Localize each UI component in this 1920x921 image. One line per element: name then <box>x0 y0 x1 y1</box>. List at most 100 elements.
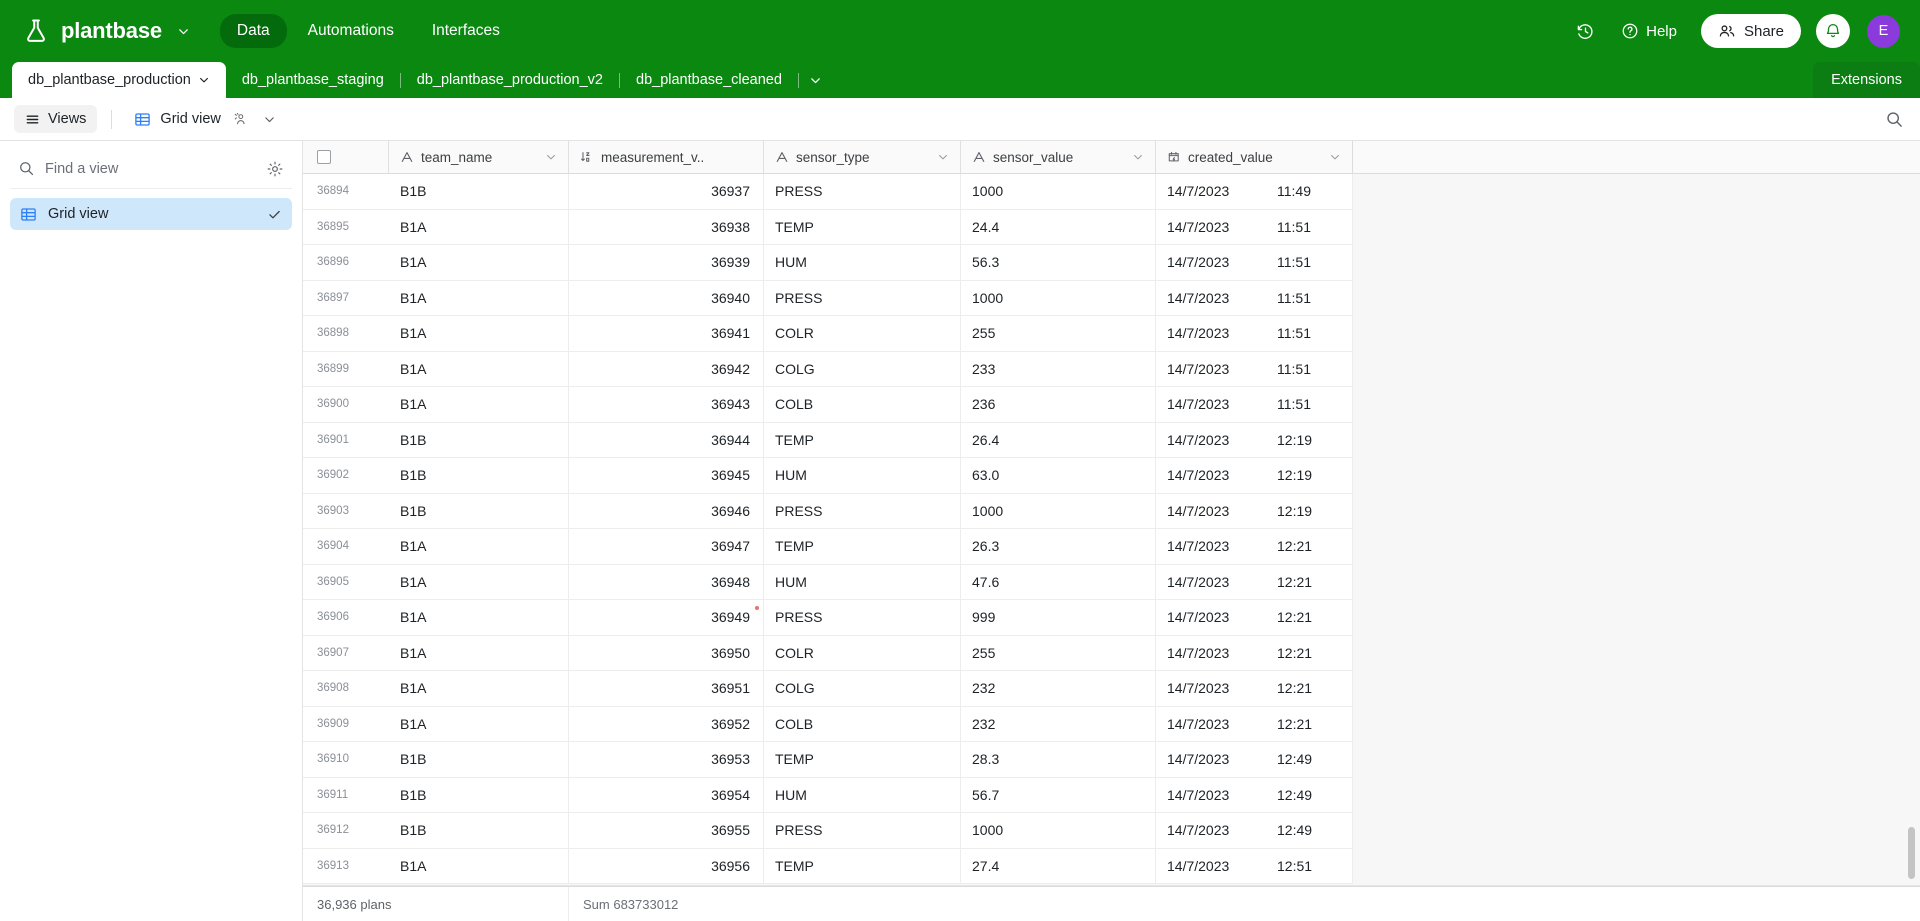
table-row[interactable]: 36906 B1A 36949 PRESS 999 14/7/2023 12:21 <box>303 600 1353 636</box>
table-row[interactable]: 36900 B1A 36943 COLB 236 14/7/2023 11:51 <box>303 387 1353 423</box>
cell-measurement_value[interactable]: 36948 <box>569 564 764 599</box>
cell-measurement_value[interactable]: 36947 <box>569 529 764 564</box>
column-header-measurement_value[interactable]: measurement_v.. <box>569 141 764 173</box>
cell-created_value[interactable]: 14/7/2023 12:21 <box>1156 671 1353 706</box>
help-button[interactable]: Help <box>1609 14 1689 48</box>
cell-sensor_type[interactable]: PRESS <box>764 813 961 848</box>
cell-sensor_type[interactable]: TEMP <box>764 742 961 777</box>
table-tab-db_plantbase_cleaned[interactable]: db_plantbase_cleaned <box>620 62 798 98</box>
cell-team_name[interactable]: B1A <box>389 600 569 635</box>
table-row[interactable]: 36895 B1A 36938 TEMP 24.4 14/7/2023 11:51 <box>303 209 1353 245</box>
cell-team_name[interactable]: B1A <box>389 245 569 280</box>
cell-created_value[interactable]: 14/7/2023 11:51 <box>1156 209 1353 244</box>
nav-tab-interfaces[interactable]: Interfaces <box>415 14 517 48</box>
cell-measurement_value[interactable]: 36956 <box>569 848 764 883</box>
cell-measurement_value[interactable]: 36950 <box>569 635 764 670</box>
notifications-button[interactable] <box>1816 14 1850 48</box>
cell-team_name[interactable]: B1A <box>389 848 569 883</box>
cell-sensor_value[interactable]: 26.4 <box>961 422 1156 457</box>
table-row[interactable]: 36908 B1A 36951 COLG 232 14/7/2023 12:21 <box>303 671 1353 707</box>
table-row[interactable]: 36907 B1A 36950 COLR 255 14/7/2023 12:21 <box>303 635 1353 671</box>
table-tab-db_plantbase_production[interactable]: db_plantbase_production <box>12 62 226 98</box>
chevron-down-icon[interactable] <box>198 74 210 86</box>
cell-sensor_type[interactable]: COLG <box>764 351 961 386</box>
avatar[interactable]: E <box>1867 14 1900 48</box>
cell-measurement_value[interactable]: 36946 <box>569 493 764 528</box>
cell-team_name[interactable]: B1B <box>389 493 569 528</box>
nav-tab-data[interactable]: Data <box>219 14 287 48</box>
column-header-sensor_type[interactable]: sensor_type <box>764 141 961 173</box>
cell-team_name[interactable]: B1B <box>389 813 569 848</box>
table-row[interactable]: 36899 B1A 36942 COLG 233 14/7/2023 11:51 <box>303 351 1353 387</box>
column-header-created_value[interactable]: created_value <box>1156 141 1353 173</box>
cell-team_name[interactable]: B1A <box>389 671 569 706</box>
cell-sensor_value[interactable]: 26.3 <box>961 529 1156 564</box>
cell-team_name[interactable]: B1A <box>389 706 569 741</box>
gear-icon[interactable] <box>266 160 284 178</box>
table-row[interactable]: 36913 B1A 36956 TEMP 27.4 14/7/2023 12:51 <box>303 848 1353 884</box>
cell-team_name[interactable]: B1B <box>389 174 569 209</box>
cell-sensor_type[interactable]: COLR <box>764 316 961 351</box>
cell-sensor_value[interactable]: 233 <box>961 351 1156 386</box>
cell-sensor_type[interactable]: PRESS <box>764 174 961 209</box>
cell-sensor_type[interactable]: COLB <box>764 387 961 422</box>
table-row[interactable]: 36902 B1B 36945 HUM 63.0 14/7/2023 12:19 <box>303 458 1353 494</box>
cell-created_value[interactable]: 14/7/2023 12:21 <box>1156 529 1353 564</box>
cell-team_name[interactable]: B1A <box>389 351 569 386</box>
cell-sensor_type[interactable]: HUM <box>764 564 961 599</box>
cell-created_value[interactable]: 14/7/2023 12:49 <box>1156 742 1353 777</box>
cell-sensor_type[interactable]: HUM <box>764 777 961 812</box>
cell-measurement_value[interactable]: 36954 <box>569 777 764 812</box>
cell-sensor_type[interactable]: COLB <box>764 706 961 741</box>
cell-sensor_value[interactable]: 1000 <box>961 493 1156 528</box>
table-row[interactable]: 36898 B1A 36941 COLR 255 14/7/2023 11:51 <box>303 316 1353 352</box>
column-header-sensor_value[interactable]: sensor_value <box>961 141 1156 173</box>
cell-created_value[interactable]: 14/7/2023 12:51 <box>1156 848 1353 883</box>
cell-sensor_type[interactable]: TEMP <box>764 848 961 883</box>
cell-created_value[interactable]: 14/7/2023 11:51 <box>1156 280 1353 315</box>
table-row[interactable]: 36911 B1B 36954 HUM 56.7 14/7/2023 12:49 <box>303 777 1353 813</box>
cell-sensor_type[interactable]: TEMP <box>764 209 961 244</box>
brand[interactable]: plantbase <box>22 17 190 45</box>
cell-created_value[interactable]: 14/7/2023 12:21 <box>1156 635 1353 670</box>
nav-tab-automations[interactable]: Automations <box>291 14 411 48</box>
cell-sensor_type[interactable]: TEMP <box>764 422 961 457</box>
cell-created_value[interactable]: 14/7/2023 11:51 <box>1156 245 1353 280</box>
cell-sensor_type[interactable]: PRESS <box>764 493 961 528</box>
summary-sum[interactable]: Sum 683733012 <box>569 897 678 912</box>
cell-sensor_value[interactable]: 24.4 <box>961 209 1156 244</box>
cell-measurement_value[interactable]: 36938 <box>569 209 764 244</box>
table-row[interactable]: 36905 B1A 36948 HUM 47.6 14/7/2023 12:21 <box>303 564 1353 600</box>
cell-created_value[interactable]: 14/7/2023 11:51 <box>1156 387 1353 422</box>
cell-measurement_value[interactable]: 36952 <box>569 706 764 741</box>
cell-sensor_value[interactable]: 47.6 <box>961 564 1156 599</box>
cell-sensor_value[interactable]: 1000 <box>961 174 1156 209</box>
cell-team_name[interactable]: B1A <box>389 387 569 422</box>
table-row[interactable]: 36896 B1A 36939 HUM 56.3 14/7/2023 11:51 <box>303 245 1353 281</box>
table-row[interactable]: 36904 B1A 36947 TEMP 26.3 14/7/2023 12:21 <box>303 529 1353 565</box>
cell-sensor_value[interactable]: 63.0 <box>961 458 1156 493</box>
column-header-team_name[interactable]: team_name <box>389 141 569 173</box>
cell-sensor_value[interactable]: 1000 <box>961 813 1156 848</box>
cell-created_value[interactable]: 14/7/2023 12:49 <box>1156 777 1353 812</box>
extensions-tab[interactable]: Extensions <box>1813 62 1920 98</box>
column-header-select-all[interactable] <box>303 141 389 173</box>
cell-team_name[interactable]: B1B <box>389 422 569 457</box>
cell-sensor_type[interactable]: PRESS <box>764 280 961 315</box>
views-button[interactable]: Views <box>14 105 98 133</box>
cell-measurement_value[interactable]: 36937 <box>569 174 764 209</box>
cell-created_value[interactable]: 14/7/2023 12:21 <box>1156 564 1353 599</box>
sidebar-item-grid-view[interactable]: Grid view <box>10 198 292 230</box>
cell-measurement_value[interactable]: 36939 <box>569 245 764 280</box>
cell-measurement_value[interactable]: 36949 <box>569 600 764 635</box>
share-button[interactable]: Share <box>1700 14 1801 48</box>
cell-sensor_value[interactable]: 255 <box>961 316 1156 351</box>
cell-sensor_value[interactable]: 999 <box>961 600 1156 635</box>
cell-measurement_value[interactable]: 36940 <box>569 280 764 315</box>
cell-measurement_value[interactable]: 36943 <box>569 387 764 422</box>
cell-team_name[interactable]: B1A <box>389 529 569 564</box>
cell-sensor_type[interactable]: PRESS <box>764 600 961 635</box>
cell-team_name[interactable]: B1A <box>389 280 569 315</box>
chevron-down-icon[interactable] <box>177 25 190 38</box>
cell-created_value[interactable]: 14/7/2023 12:19 <box>1156 458 1353 493</box>
